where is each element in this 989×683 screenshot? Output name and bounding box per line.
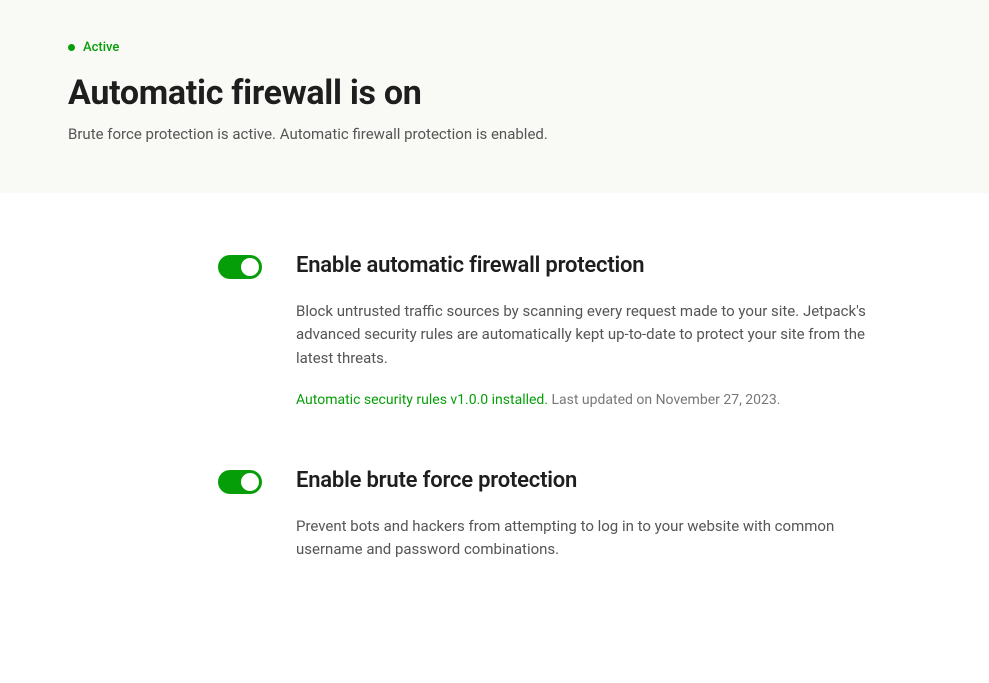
bruteforce-toggle[interactable] xyxy=(218,470,262,494)
setting-bruteforce: Enable brute force protection Prevent bo… xyxy=(68,468,921,584)
status-row: Active xyxy=(68,40,921,55)
firewall-title: Enable automatic firewall protection xyxy=(296,253,896,278)
firewall-toggle[interactable] xyxy=(218,255,262,279)
bruteforce-title: Enable brute force protection xyxy=(296,468,896,493)
setting-firewall: Enable automatic firewall protection Blo… xyxy=(68,253,921,408)
firewall-description: Block untrusted traffic sources by scann… xyxy=(296,300,896,370)
bruteforce-description: Prevent bots and hackers from attempting… xyxy=(296,515,896,562)
bruteforce-content: Enable brute force protection Prevent bo… xyxy=(296,468,896,584)
settings-section: Enable automatic firewall protection Blo… xyxy=(0,193,989,683)
status-label: Active xyxy=(83,40,119,55)
page-subtitle: Brute force protection is active. Automa… xyxy=(68,125,921,143)
page-title: Automatic firewall is on xyxy=(68,73,921,113)
header-section: Active Automatic firewall is on Brute fo… xyxy=(0,0,989,193)
status-dot-icon xyxy=(68,44,75,51)
toggle-knob-icon xyxy=(241,473,259,491)
firewall-content: Enable automatic firewall protection Blo… xyxy=(296,253,896,408)
toggle-knob-icon xyxy=(241,258,259,276)
firewall-rules-status: Automatic security rules v1.0.0 installe… xyxy=(296,392,896,408)
rules-installed-text: Automatic security rules v1.0.0 installe… xyxy=(296,392,548,408)
rules-updated-text: Last updated on November 27, 2023. xyxy=(548,392,780,408)
